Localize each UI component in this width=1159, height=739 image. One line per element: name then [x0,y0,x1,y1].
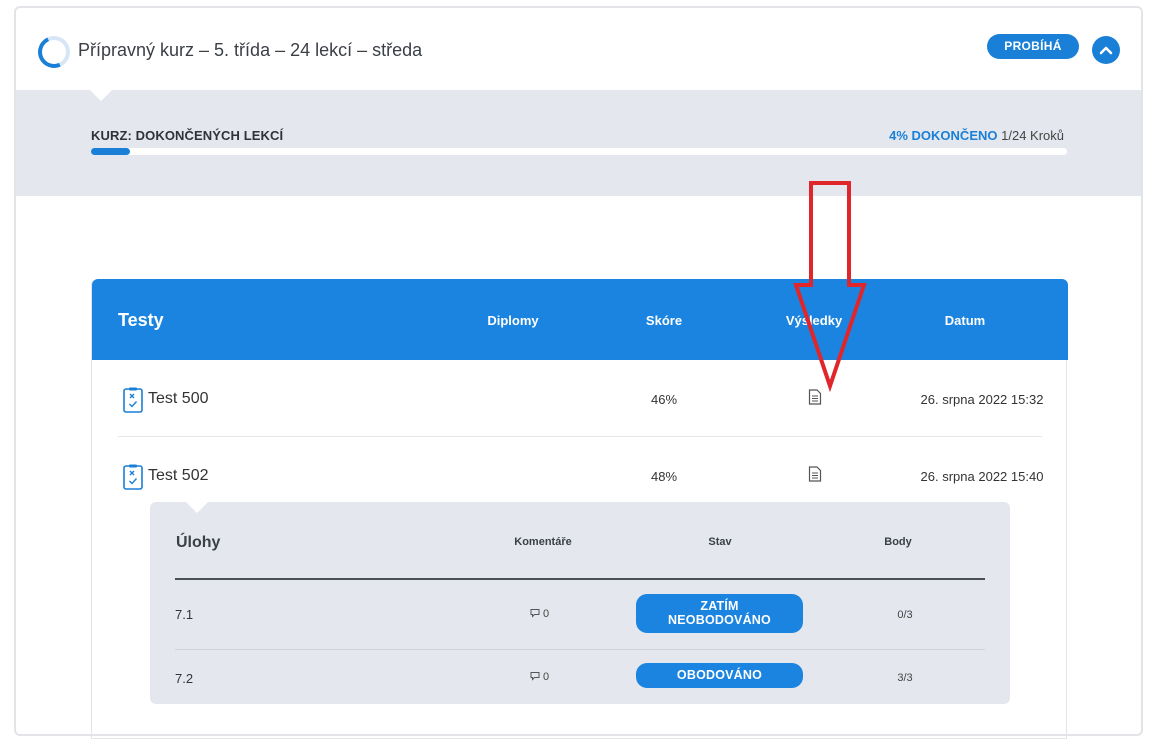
test-score: 46% [650,392,678,407]
test-date: 26. srpna 2022 15:32 [920,392,1044,407]
column-diplomas: Diplomy [487,313,539,328]
progress-bar-fill [91,148,131,155]
tests-header-row: Testy Diplomy Skóre Výsledky Datum [92,279,1068,360]
status-line-2: NEOBODOVÁNO [668,613,771,627]
test-date: 26. srpna 2022 15:40 [920,469,1044,484]
red-arrow-annotation [793,181,867,392]
status-line-1: OBODOVÁNO [676,668,763,682]
progress-summary: 4% DOKONČENO 1/24 Kroků [889,128,1064,143]
comment-count: 0 [543,671,550,683]
test-row[interactable]: Test 500 46% 26. srpna 2022 15:32 [118,360,1043,437]
tasks-notch [186,502,208,513]
tests-table: Testy Diplomy Skóre Výsledky Datum Test … [91,279,1068,739]
column-date: Datum [944,313,986,328]
progress-section [16,90,1141,196]
task-comments[interactable]: 0 [530,671,549,683]
comment-icon [530,672,540,681]
task-row[interactable]: 7.2 0 OBODOVÁNO 3/3 [175,650,985,704]
status-badge-ungraded: ZATÍM NEOBODOVÁNO [636,594,803,633]
test-score: 48% [650,469,678,484]
progress-percent: 4% DOKONČENO [889,128,998,143]
task-points: 3/3 [897,672,913,684]
progress-label: KURZ: DOKONČENÝCH LEKCÍ [91,128,284,143]
column-score: Skóre [645,313,683,328]
status-badge-graded: OBODOVÁNO [636,663,803,688]
comment-icon [530,609,540,618]
progress-bar [91,148,1067,155]
status-line-1: ZATÍM [700,599,739,613]
quiz-icon [123,464,143,490]
test-name-link[interactable]: Test 502 [148,467,208,485]
task-number: 7.1 [175,607,194,622]
progress-steps: 1/24 Kroků [1001,128,1064,143]
test-name-link[interactable]: Test 500 [148,390,208,408]
task-number: 7.2 [175,671,194,686]
chevron-up-icon [1099,46,1113,55]
course-header[interactable]: Přípravný kurz – 5. třída – 24 lekcí – s… [16,8,1141,90]
status-badge: PROBÍHÁ [987,34,1079,59]
column-status: Stav [708,536,732,548]
band-notch [90,90,112,101]
tasks-panel: Úlohy Komentáře Stav Body 7.1 0 ZATÍM NE… [150,502,1010,704]
comment-count: 0 [543,608,550,620]
loading-spinner-icon [33,31,75,73]
column-comments: Komentáře [514,536,572,548]
task-points: 0/3 [897,609,913,621]
column-points: Body [884,536,912,548]
task-comments[interactable]: 0 [530,608,549,620]
tests-heading: Testy [118,310,164,330]
collapse-button[interactable] [1092,36,1120,64]
course-title[interactable]: Přípravný kurz – 5. třída – 24 lekcí – s… [78,40,422,61]
quiz-icon [123,387,143,413]
task-row[interactable]: 7.1 0 ZATÍM NEOBODOVÁNO 0/3 [175,580,985,650]
tasks-heading: Úlohy [176,534,221,551]
document-icon[interactable] [808,466,822,482]
course-card: Přípravný kurz – 5. třída – 24 lekcí – s… [14,6,1143,739]
